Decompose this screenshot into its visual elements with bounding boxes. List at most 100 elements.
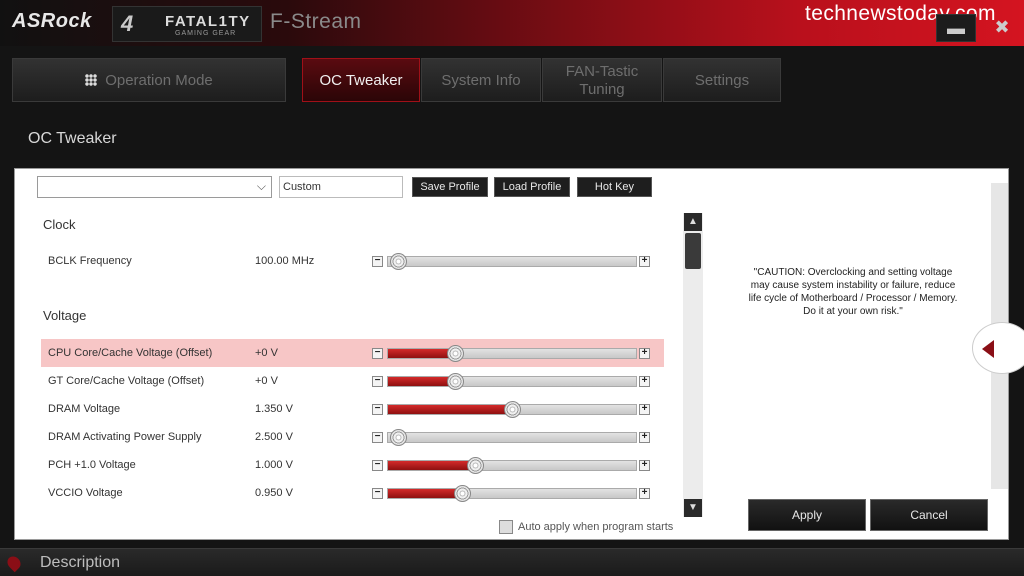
increase-button[interactable]: +	[639, 404, 650, 415]
auto-apply-label: Auto apply when program starts	[518, 521, 674, 533]
description-icon	[4, 553, 24, 573]
tab-label: OC Tweaker	[319, 71, 403, 89]
scroll-thumb[interactable]	[685, 233, 701, 269]
setting-slider[interactable]	[387, 345, 637, 362]
setting-row[interactable]: BCLK Frequency 100.00 MHz − +	[41, 247, 664, 275]
slider-thumb[interactable]	[447, 345, 464, 362]
setting-slider[interactable]	[387, 253, 637, 270]
main-nav: Operation Mode OC Tweaker System Info FA…	[0, 58, 1024, 104]
slider-thumb[interactable]	[467, 457, 484, 474]
caution-text: "CAUTION: Overclocking and setting volta…	[748, 267, 958, 317]
tab-label: FAN-Tastic Tuning	[565, 63, 639, 98]
group-title-voltage: Voltage	[43, 308, 87, 323]
slider-thumb[interactable]	[390, 429, 407, 446]
setting-row[interactable]: CPU Core/Cache Voltage (Offset) +0 V − +	[41, 339, 664, 367]
setting-value: 0.950 V	[255, 487, 293, 499]
settings-scrollbar[interactable]: ▲ ▼	[683, 213, 703, 517]
setting-label: GT Core/Cache Voltage (Offset)	[48, 375, 205, 387]
decrease-button[interactable]: −	[372, 460, 383, 471]
title-bar: ASRock 4 FATAL1TY GAMING GEAR F-Stream t…	[0, 0, 1024, 46]
fatality-sub: GAMING GEAR	[175, 30, 237, 37]
setting-label: CPU Core/Cache Voltage (Offset)	[48, 347, 213, 359]
setting-slider[interactable]	[387, 429, 637, 446]
close-button[interactable]: ✖	[982, 14, 1022, 42]
tab-oc-tweaker[interactable]: OC Tweaker	[302, 58, 420, 102]
decrease-button[interactable]: −	[372, 376, 383, 387]
slider-fill	[388, 405, 512, 414]
slider-fill	[388, 349, 455, 358]
increase-button[interactable]: +	[639, 348, 650, 359]
increase-button[interactable]: +	[639, 432, 650, 443]
increase-button[interactable]: +	[639, 376, 650, 387]
slider-thumb[interactable]	[447, 373, 464, 390]
scroll-up-button[interactable]: ▲	[684, 213, 702, 231]
profile-name-input[interactable]	[279, 176, 403, 198]
tab-fan-tastic-tuning[interactable]: FAN-Tastic Tuning	[542, 58, 662, 102]
grid-icon	[85, 74, 98, 86]
side-panel-toggle[interactable]	[972, 322, 1024, 374]
setting-row[interactable]: PCH +1.0 Voltage 1.000 V − +	[41, 451, 664, 479]
load-profile-button[interactable]: Load Profile	[494, 177, 570, 197]
setting-label: PCH +1.0 Voltage	[48, 459, 136, 471]
chevron-down-icon: ⌵	[256, 179, 266, 193]
tab-label: Settings	[694, 71, 750, 89]
slider-fill	[388, 377, 455, 386]
increase-button[interactable]: +	[639, 488, 650, 499]
scroll-down-button[interactable]: ▼	[684, 499, 702, 517]
save-profile-button[interactable]: Save Profile	[412, 177, 488, 197]
decrease-button[interactable]: −	[372, 432, 383, 443]
oc-tweaker-panel: ⌵ Save Profile Load Profile Hot Key Cloc…	[14, 168, 1009, 540]
setting-slider[interactable]	[387, 457, 637, 474]
slider-thumb[interactable]	[390, 253, 407, 270]
setting-row[interactable]: DRAM Activating Power Supply 2.500 V − +	[41, 423, 664, 451]
apply-button[interactable]: Apply	[748, 499, 866, 531]
auto-apply-checkbox[interactable]	[499, 520, 513, 534]
setting-row[interactable]: VCCIO Voltage 0.950 V − +	[41, 479, 664, 507]
fstream-window: ASRock 4 FATAL1TY GAMING GEAR F-Stream t…	[0, 0, 1024, 576]
description-bar[interactable]: Description	[0, 548, 1024, 576]
asrock-logo: ASRock	[12, 10, 92, 32]
slider-fill	[388, 461, 475, 470]
decrease-button[interactable]: −	[372, 404, 383, 415]
setting-label: VCCIO Voltage	[48, 487, 123, 499]
setting-value: 1.350 V	[255, 403, 293, 415]
setting-value: +0 V	[255, 347, 278, 359]
minimize-button[interactable]: ▬	[936, 14, 976, 42]
setting-row[interactable]: DRAM Voltage 1.350 V − +	[41, 395, 664, 423]
setting-label: DRAM Voltage	[48, 403, 121, 415]
group-title-clock: Clock	[43, 217, 76, 232]
setting-label: DRAM Activating Power Supply	[48, 431, 202, 443]
tab-label: Operation Mode	[105, 71, 213, 89]
setting-value: 2.500 V	[255, 431, 293, 443]
setting-row[interactable]: GT Core/Cache Voltage (Offset) +0 V − +	[41, 367, 664, 395]
setting-value: 100.00 MHz	[255, 255, 315, 267]
setting-value: 1.000 V	[255, 459, 293, 471]
fatality-logo: 4 FATAL1TY GAMING GEAR	[112, 6, 262, 42]
slider-thumb[interactable]	[504, 401, 521, 418]
slider-thumb[interactable]	[454, 485, 471, 502]
increase-button[interactable]: +	[639, 256, 650, 267]
page-title: OC Tweaker	[28, 130, 117, 147]
cancel-button[interactable]: Cancel	[870, 499, 988, 531]
setting-slider[interactable]	[387, 485, 637, 502]
description-label: Description	[40, 554, 121, 571]
decrease-button[interactable]: −	[372, 348, 383, 359]
increase-button[interactable]: +	[639, 460, 650, 471]
slider-fill	[388, 489, 462, 498]
tab-operation-mode[interactable]: Operation Mode	[12, 58, 286, 102]
fatality-title: FATAL1TY	[165, 13, 251, 30]
app-name: F-Stream	[270, 10, 362, 33]
setting-label: BCLK Frequency	[48, 255, 132, 267]
tab-label: System Info	[441, 71, 521, 89]
tab-system-info[interactable]: System Info	[421, 58, 541, 102]
fatality-mark-icon: 4	[121, 11, 134, 36]
setting-slider[interactable]	[387, 401, 637, 418]
setting-value: +0 V	[255, 375, 278, 387]
decrease-button[interactable]: −	[372, 256, 383, 267]
decrease-button[interactable]: −	[372, 488, 383, 499]
hot-key-button[interactable]: Hot Key	[577, 177, 652, 197]
profile-select[interactable]: ⌵	[37, 176, 272, 198]
chevron-left-icon	[982, 340, 994, 358]
tab-settings[interactable]: Settings	[663, 58, 781, 102]
setting-slider[interactable]	[387, 373, 637, 390]
